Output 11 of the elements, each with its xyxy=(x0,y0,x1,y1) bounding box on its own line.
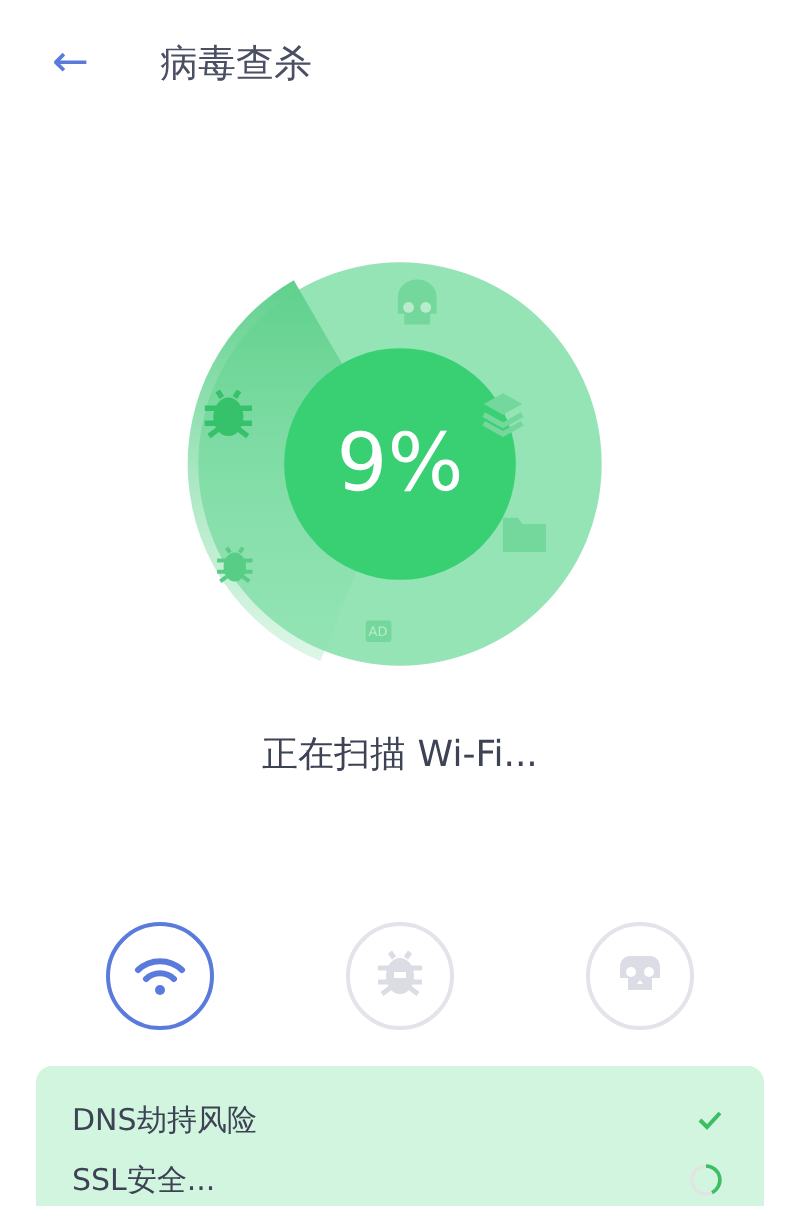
skull-tab[interactable] xyxy=(586,922,694,1030)
progress-percent: 9% xyxy=(334,416,466,512)
bug-tab[interactable] xyxy=(346,922,454,1030)
scan-status-text: 正在扫描 Wi-Fi... xyxy=(262,732,538,780)
bug-icon xyxy=(374,950,426,1002)
back-button[interactable]: ← xyxy=(52,42,104,86)
wifi-icon xyxy=(134,954,186,998)
check-item-label: DNS劫持风险 xyxy=(72,1099,257,1142)
page-title: 病毒查杀 xyxy=(160,39,312,90)
check-item-label: SSL安全... xyxy=(72,1159,216,1202)
wifi-tab[interactable] xyxy=(106,922,214,1030)
